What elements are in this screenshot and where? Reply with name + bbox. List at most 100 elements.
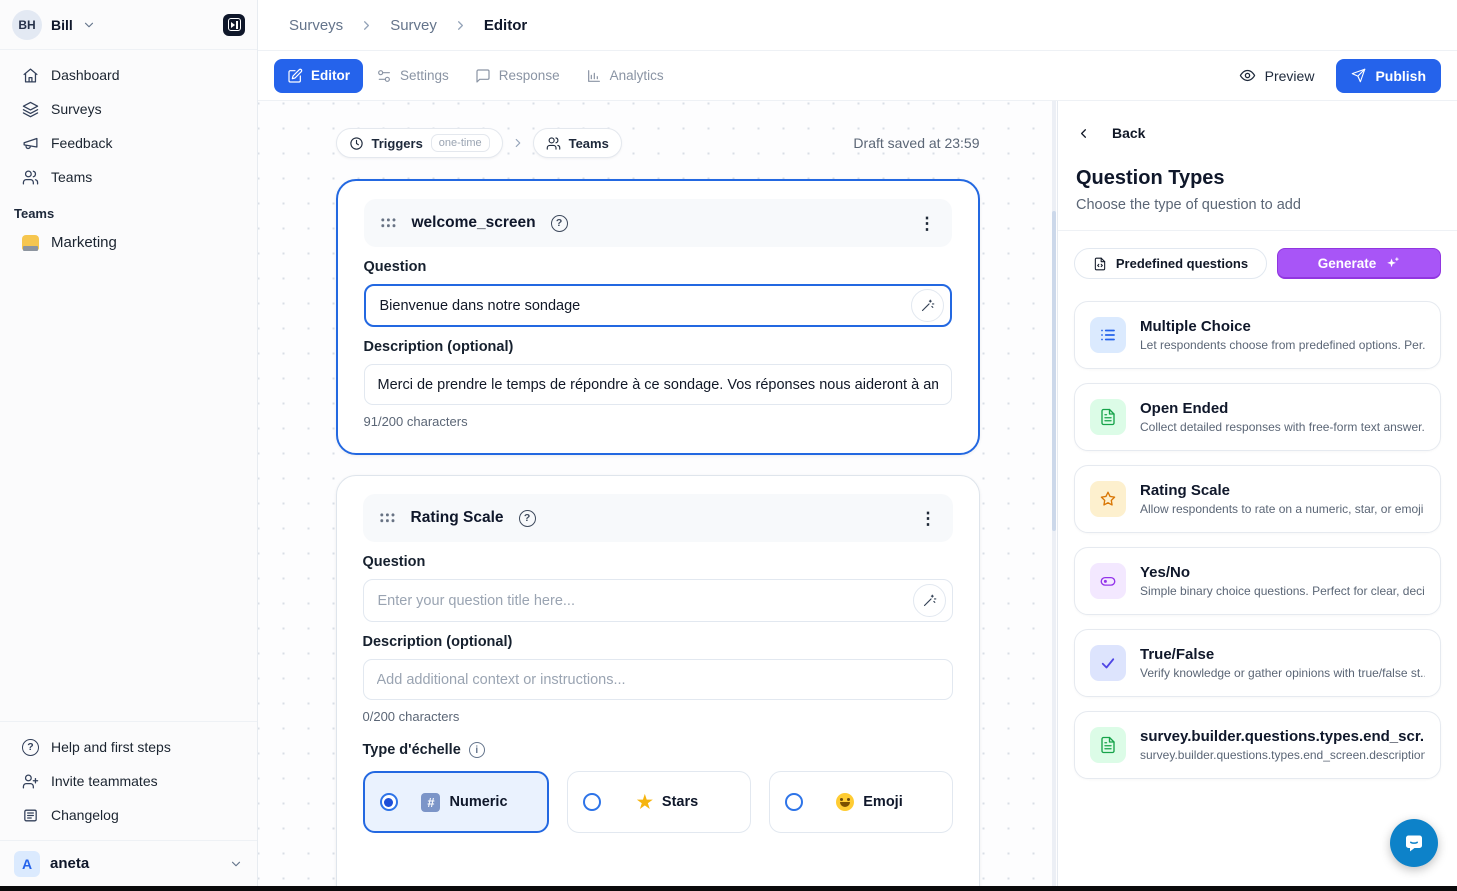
sidebar-item-dashboard[interactable]: Dashboard — [12, 58, 245, 92]
question-label: Question — [363, 554, 953, 570]
sidebar-item-label: Surveys — [51, 101, 102, 117]
char-count: 0/200 characters — [363, 709, 953, 724]
ai-rewrite-button[interactable] — [911, 289, 944, 322]
canvas-scrollbar-thumb[interactable] — [1052, 211, 1056, 531]
publish-button[interactable]: Publish — [1336, 59, 1441, 93]
collapse-sidebar-button[interactable] — [223, 14, 245, 36]
question-type-rating-scale[interactable]: Rating Scale Allow respondents to rate o… — [1074, 465, 1441, 533]
predefined-questions-button[interactable]: Predefined questions — [1074, 248, 1267, 279]
file-text-icon — [1090, 399, 1126, 435]
sparkles-icon — [1385, 256, 1400, 271]
question-types-panel: Back Question Types Choose the type of q… — [1058, 101, 1457, 886]
question-type-description: Collect detailed responses with free-for… — [1140, 420, 1425, 434]
triggers-pill[interactable]: Triggers one-time — [336, 128, 503, 158]
check-icon — [1090, 645, 1126, 681]
generate-button[interactable]: Generate — [1277, 248, 1441, 279]
ai-rewrite-button[interactable] — [913, 584, 946, 617]
toolbar-actions: Preview Publish — [1239, 59, 1441, 93]
question-type-description: Verify knowledge or gather opinions with… — [1140, 666, 1425, 680]
team-item-marketing[interactable]: Marketing — [12, 225, 245, 259]
sidebar-footer-nav: ? Help and first steps Invite teammates … — [0, 721, 257, 840]
workspace-switcher[interactable]: BH Bill — [0, 0, 257, 50]
tab-label: Editor — [311, 68, 350, 83]
question-type-true-false[interactable]: True/False Verify knowledge or gather op… — [1074, 629, 1441, 697]
sidebar-item-label: Dashboard — [51, 67, 120, 83]
newspaper-icon — [22, 807, 39, 824]
file-code-icon — [1093, 257, 1107, 271]
sidebar-item-changelog[interactable]: Changelog — [12, 798, 245, 832]
workspace-name: Bill — [51, 17, 73, 33]
sidebar-item-teams[interactable]: Teams — [12, 160, 245, 194]
sidebar-item-invite[interactable]: Invite teammates — [12, 764, 245, 798]
magic-wand-icon — [922, 593, 937, 608]
question-card-welcome-screen[interactable]: welcome_screen ? ⋮ Question Description … — [336, 179, 980, 455]
back-button[interactable]: Back — [1058, 101, 1457, 141]
tab-label: Response — [499, 68, 560, 83]
preview-label: Preview — [1265, 68, 1315, 84]
tab-label: Analytics — [610, 68, 664, 83]
breadcrumb-editor: Editor — [484, 17, 527, 34]
list-icon — [1090, 317, 1126, 353]
info-circle-icon[interactable]: i — [469, 742, 485, 758]
tab-response[interactable]: Response — [462, 59, 573, 93]
question-input[interactable] — [368, 298, 911, 314]
sidebar-item-feedback[interactable]: Feedback — [12, 126, 245, 160]
chevron-right-icon — [511, 136, 525, 150]
content-row: Triggers one-time Teams Draft saved at 2… — [258, 101, 1457, 886]
file-text-icon — [1090, 727, 1126, 763]
breadcrumb-surveys[interactable]: Surveys — [289, 17, 343, 34]
technologist-emoji — [22, 235, 39, 250]
scale-type-label: Type d'échelle — [363, 742, 461, 758]
teams-pill[interactable]: Teams — [533, 128, 622, 158]
drag-handle-icon[interactable] — [380, 217, 397, 230]
kebab-menu-icon[interactable]: ⋮ — [920, 510, 937, 527]
scale-option-emoji[interactable]: Emoji — [769, 771, 953, 833]
help-circle-icon[interactable]: ? — [519, 510, 536, 527]
account-name: aneta — [50, 855, 89, 872]
tab-settings[interactable]: Settings — [363, 59, 462, 93]
bar-chart-icon — [586, 68, 602, 84]
tab-analytics[interactable]: Analytics — [573, 59, 677, 93]
megaphone-icon — [22, 135, 39, 152]
panel-subtitle: Choose the type of question to add — [1058, 197, 1457, 213]
question-type-description: Let respondents choose from predefined o… — [1140, 338, 1425, 352]
chat-launcher-button[interactable] — [1390, 819, 1438, 867]
scale-options: # Numeric ★ Stars — [363, 771, 953, 833]
drag-handle-icon[interactable] — [379, 512, 396, 525]
description-input[interactable] — [363, 659, 953, 700]
sidebar-item-surveys[interactable]: Surveys — [12, 92, 245, 126]
question-input[interactable] — [366, 593, 913, 609]
question-card-title: welcome_screen — [412, 214, 536, 232]
editor-canvas: Triggers one-time Teams Draft saved at 2… — [258, 101, 1058, 886]
chevron-down-icon — [82, 18, 96, 32]
scale-option-numeric[interactable]: # Numeric — [363, 771, 549, 833]
sidebar-item-label: Changelog — [51, 807, 119, 823]
triggers-label: Triggers — [372, 136, 423, 151]
help-circle-icon: ? — [22, 739, 39, 756]
star-icon — [1090, 481, 1126, 517]
help-circle-icon[interactable]: ? — [551, 215, 568, 232]
breadcrumb-survey[interactable]: Survey — [390, 17, 437, 34]
question-type-description: Simple binary choice questions. Perfect … — [1140, 584, 1425, 598]
teams-section-label: Teams — [0, 194, 257, 223]
description-input[interactable] — [364, 364, 952, 405]
kebab-menu-icon[interactable]: ⋮ — [919, 215, 936, 232]
sidebar: BH Bill Dashboard Surveys Feedback T — [0, 0, 258, 886]
team-item-label: Marketing — [51, 234, 117, 251]
description-label: Description (optional) — [364, 339, 952, 355]
sidebar-item-help[interactable]: ? Help and first steps — [12, 730, 245, 764]
question-type-yes-no[interactable]: Yes/No Simple binary choice questions. P… — [1074, 547, 1441, 615]
tab-editor[interactable]: Editor — [274, 59, 363, 93]
predefined-questions-label: Predefined questions — [1116, 256, 1248, 271]
question-type-name: Multiple Choice — [1140, 318, 1425, 335]
account-menu[interactable]: A aneta — [0, 840, 257, 886]
scale-option-stars[interactable]: ★ Stars — [567, 771, 751, 833]
scale-option-label: Emoji — [863, 794, 902, 810]
question-type-name: Rating Scale — [1140, 482, 1425, 499]
sidebar-item-label: Teams — [51, 169, 92, 185]
preview-button[interactable]: Preview — [1239, 67, 1315, 84]
question-type-end-screen[interactable]: survey.builder.questions.types.end_scr..… — [1074, 711, 1441, 779]
question-card-rating-scale[interactable]: Rating Scale ? ⋮ Question Description (o… — [336, 475, 980, 886]
question-type-open-ended[interactable]: Open Ended Collect detailed responses wi… — [1074, 383, 1441, 451]
question-type-multiple-choice[interactable]: Multiple Choice Let respondents choose f… — [1074, 301, 1441, 369]
